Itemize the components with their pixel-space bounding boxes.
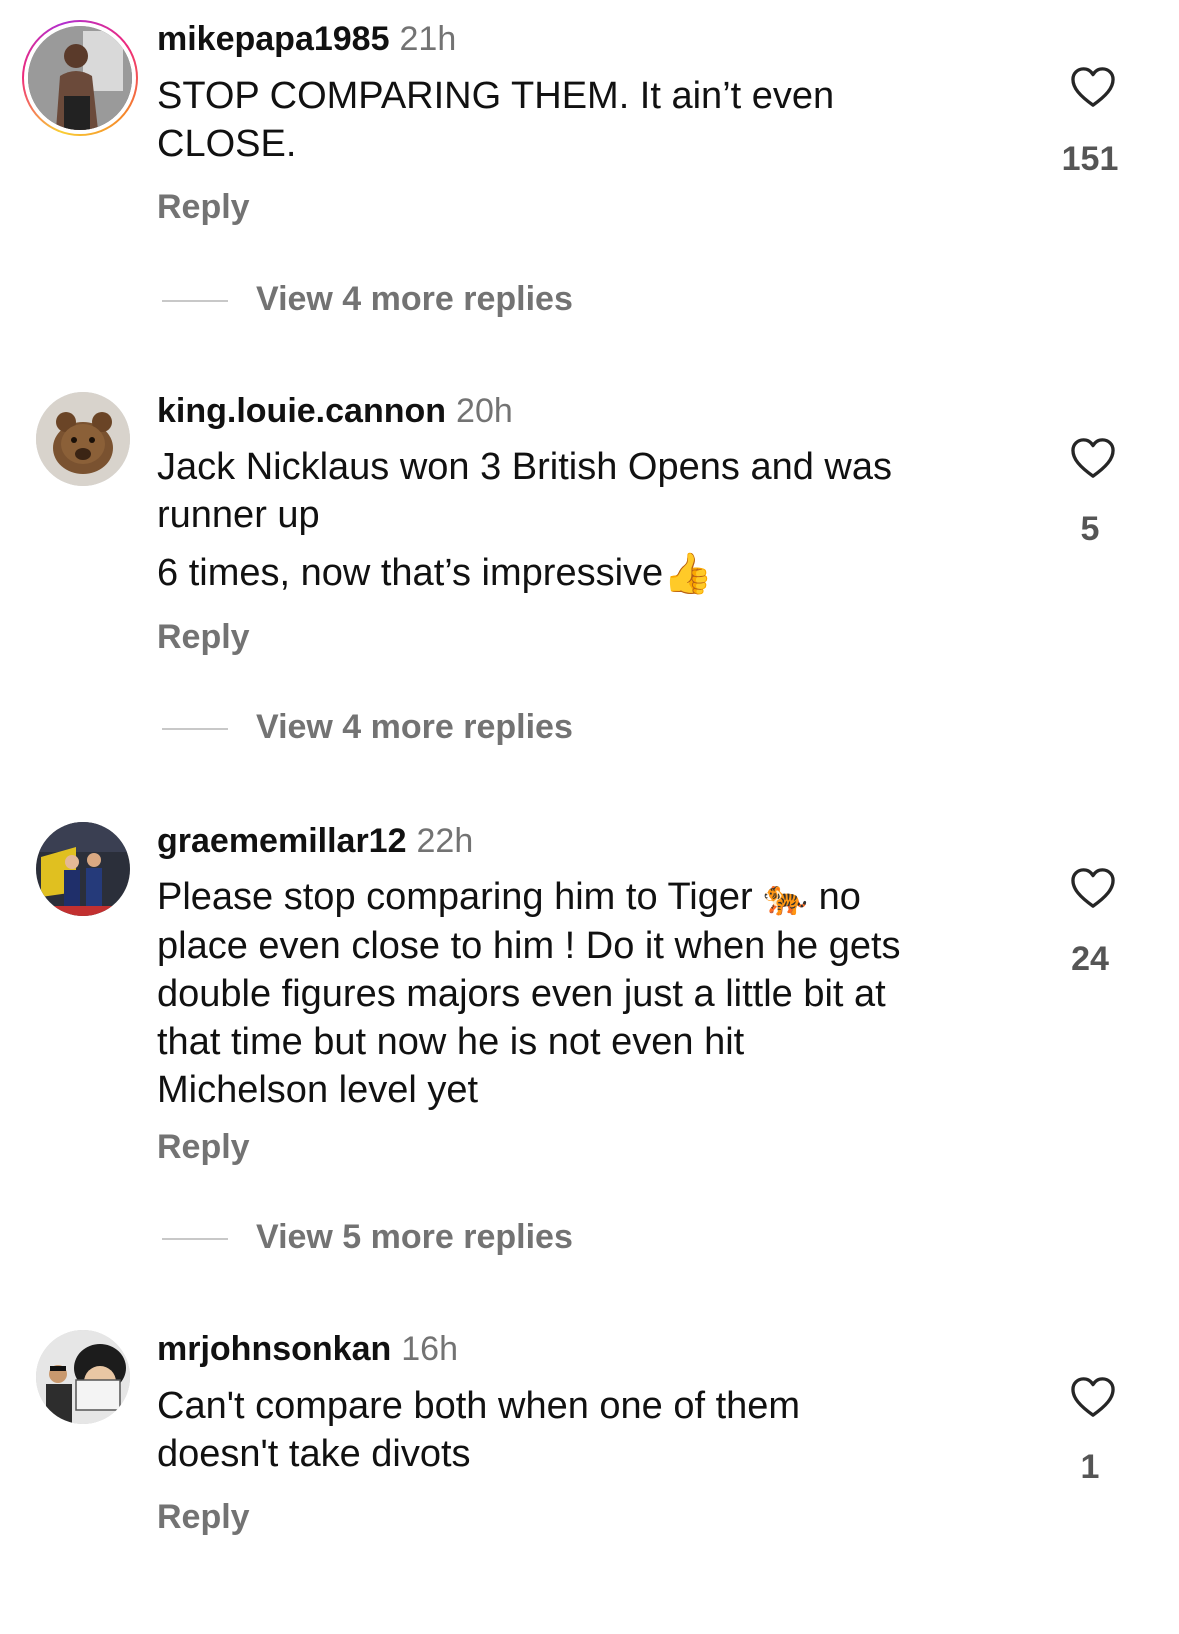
avatar-photo (36, 1330, 130, 1424)
heart-outline-icon (1071, 1377, 1115, 1417)
reply-button[interactable]: Reply (157, 618, 250, 657)
divider-line (162, 728, 228, 730)
divider-line (162, 1238, 228, 1240)
comment-line: 6 times, now that’s impressive👍 (157, 549, 1017, 598)
comment-meta: mikepapa1985 21h (157, 20, 456, 59)
timestamp: 20h (456, 392, 513, 430)
avatar[interactable] (36, 822, 130, 916)
comment-text: Jack Nicklaus won 3 British Opens and wa… (157, 443, 1017, 598)
comment-line: Jack Nicklaus won 3 British Opens and wa… (157, 446, 892, 488)
comment-meta: mrjohnsonkan 16h (157, 1330, 458, 1369)
comment-line: STOP COMPARING THEM. It ain’t even (157, 75, 835, 117)
like-count: 1 (1080, 1448, 1100, 1486)
comment-line-text: Please stop comparing him to Tiger (157, 876, 753, 918)
username[interactable]: graememillar12 (157, 822, 407, 860)
avatar (24, 22, 136, 134)
comment-line: doesn't take divots (157, 1433, 471, 1475)
reply-button[interactable]: Reply (157, 188, 250, 227)
username[interactable]: mikepapa1985 (157, 20, 390, 58)
comment-line: Can't compare both when one of them (157, 1385, 801, 1427)
reply-button[interactable]: Reply (157, 1498, 250, 1537)
avatar[interactable] (36, 1330, 130, 1424)
comment-text: STOP COMPARING THEM. It ain’t even CLOSE… (157, 72, 1017, 168)
view-more-replies-label: View 4 more replies (256, 280, 573, 318)
comment-line: that time but now he is not even hit (157, 1021, 745, 1063)
avatar[interactable] (36, 392, 130, 486)
comment-line: place even close to him ! Do it when he … (157, 925, 901, 967)
username[interactable]: mrjohnsonkan (157, 1330, 391, 1368)
comment-line: Michelson level yet (157, 1069, 479, 1111)
like-count: 24 (1071, 940, 1109, 978)
username[interactable]: king.louie.cannon (157, 392, 446, 430)
timestamp: 22h (416, 822, 474, 860)
reply-button[interactable]: Reply (157, 1128, 250, 1167)
comment-text: Can't compare both when one of them does… (157, 1382, 1017, 1478)
like-count: 151 (1061, 140, 1119, 178)
like-button[interactable] (1062, 66, 1124, 108)
tiger-emoji: 🐅 (763, 877, 809, 918)
like-button[interactable] (1062, 867, 1124, 909)
avatar-photo (36, 392, 130, 486)
avatar-photo (28, 26, 132, 130)
heart-outline-icon (1071, 438, 1115, 478)
comment-line: runner up (157, 494, 320, 536)
comment-line: double figures majors even just a little… (157, 973, 886, 1015)
avatar-photo (36, 822, 130, 916)
view-more-replies-label: View 4 more replies (256, 708, 573, 746)
timestamp: 16h (401, 1330, 458, 1368)
avatar-with-story-ring[interactable] (22, 20, 138, 136)
heart-outline-icon (1071, 868, 1115, 908)
view-more-replies-label: View 5 more replies (256, 1218, 573, 1256)
comment-line-text: no (818, 876, 861, 918)
comment-meta: graememillar12 22h (157, 822, 473, 861)
like-button[interactable] (1062, 437, 1124, 479)
comment-line: Please stop comparing him to Tiger 🐅 no (157, 873, 1017, 922)
comment-text: Please stop comparing him to Tiger 🐅 no … (157, 873, 1017, 1114)
comment-line: CLOSE. (157, 123, 297, 165)
thumbs-up-emoji: 👍 (663, 551, 713, 597)
timestamp: 21h (399, 20, 457, 58)
heart-outline-icon (1071, 67, 1115, 107)
divider-line (162, 300, 228, 302)
comment-line-text: 6 times, now that’s impressive (157, 552, 664, 594)
like-count: 5 (1080, 510, 1100, 548)
like-button[interactable] (1062, 1376, 1124, 1418)
comment-meta: king.louie.cannon 20h (157, 392, 513, 431)
